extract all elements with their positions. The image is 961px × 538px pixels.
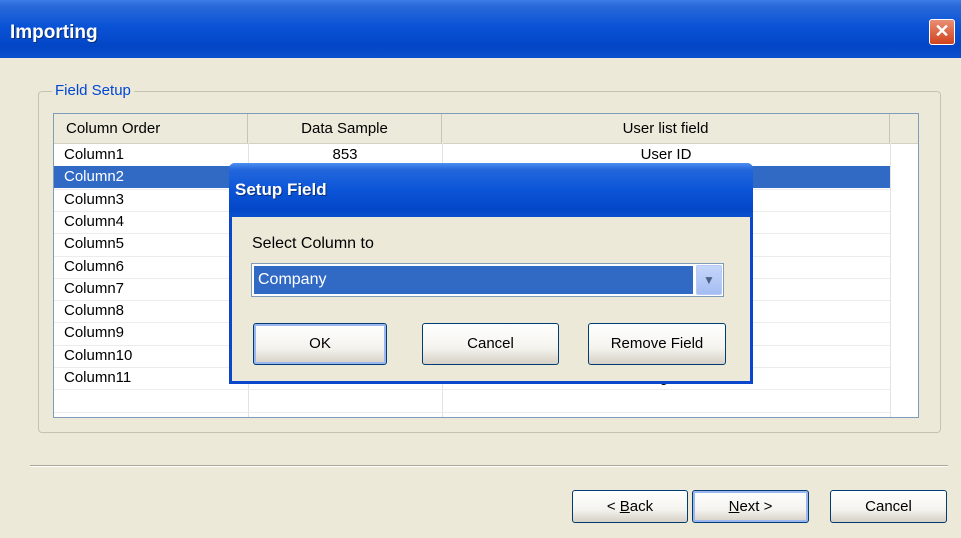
field-setup-legend: Field Setup [52, 82, 134, 99]
ok-button[interactable]: OK [253, 323, 387, 365]
column-header-sample[interactable]: Data Sample [248, 114, 442, 143]
cell-column-order: Column1 [64, 146, 125, 163]
column-header-field[interactable]: User list field [442, 114, 890, 143]
close-icon[interactable]: ✕ [929, 19, 955, 45]
combobox-value: Company [254, 266, 693, 294]
cell-column-order: Column7 [64, 279, 125, 297]
chevron-down-icon[interactable]: ▼ [696, 265, 722, 295]
back-label-rest: ack [629, 498, 654, 515]
cell-column-order: Column8 [64, 302, 125, 320]
remove-field-button[interactable]: Remove Field [588, 323, 726, 365]
cancel-button[interactable]: Cancel [830, 490, 947, 523]
cell-column-order: Column4 [64, 212, 125, 230]
cell-column-order: Column10 [64, 346, 133, 364]
column-header-order[interactable]: Column Order [54, 114, 248, 143]
setup-field-dialog: Setup Field Select Column to Company ▼ O… [229, 163, 753, 384]
window-titlebar[interactable]: Importing ✕ [0, 0, 961, 58]
row-divider [54, 411, 890, 413]
cell-column-order: Column11 [64, 369, 132, 386]
back-label-prefix: < [606, 498, 620, 515]
cell-column-order: Column2 [64, 168, 125, 186]
cell-column-order: Column9 [64, 324, 125, 342]
cell-column-order: Column5 [64, 235, 125, 253]
select-column-combobox[interactable]: Company ▼ [251, 263, 724, 297]
cell-column-order: Column6 [64, 257, 125, 275]
back-label-key: B [619, 498, 630, 515]
dialog-title: Setup Field [235, 180, 327, 199]
select-column-label: Select Column to [252, 235, 374, 252]
dialog-titlebar[interactable]: Setup Field [229, 163, 753, 217]
next-button[interactable]: Next > [692, 490, 809, 523]
row-divider [54, 389, 890, 391]
next-label-key: N [728, 498, 740, 515]
next-label-rest: ext > [739, 498, 773, 515]
dialog-cancel-button[interactable]: Cancel [422, 323, 559, 365]
separator [30, 465, 948, 467]
window-title: Importing [10, 22, 98, 43]
list-header: Column Order Data Sample User list field [54, 114, 918, 144]
back-button[interactable]: < Back [572, 490, 688, 523]
grid-line [890, 143, 891, 417]
cell-column-order: Column3 [64, 190, 125, 208]
